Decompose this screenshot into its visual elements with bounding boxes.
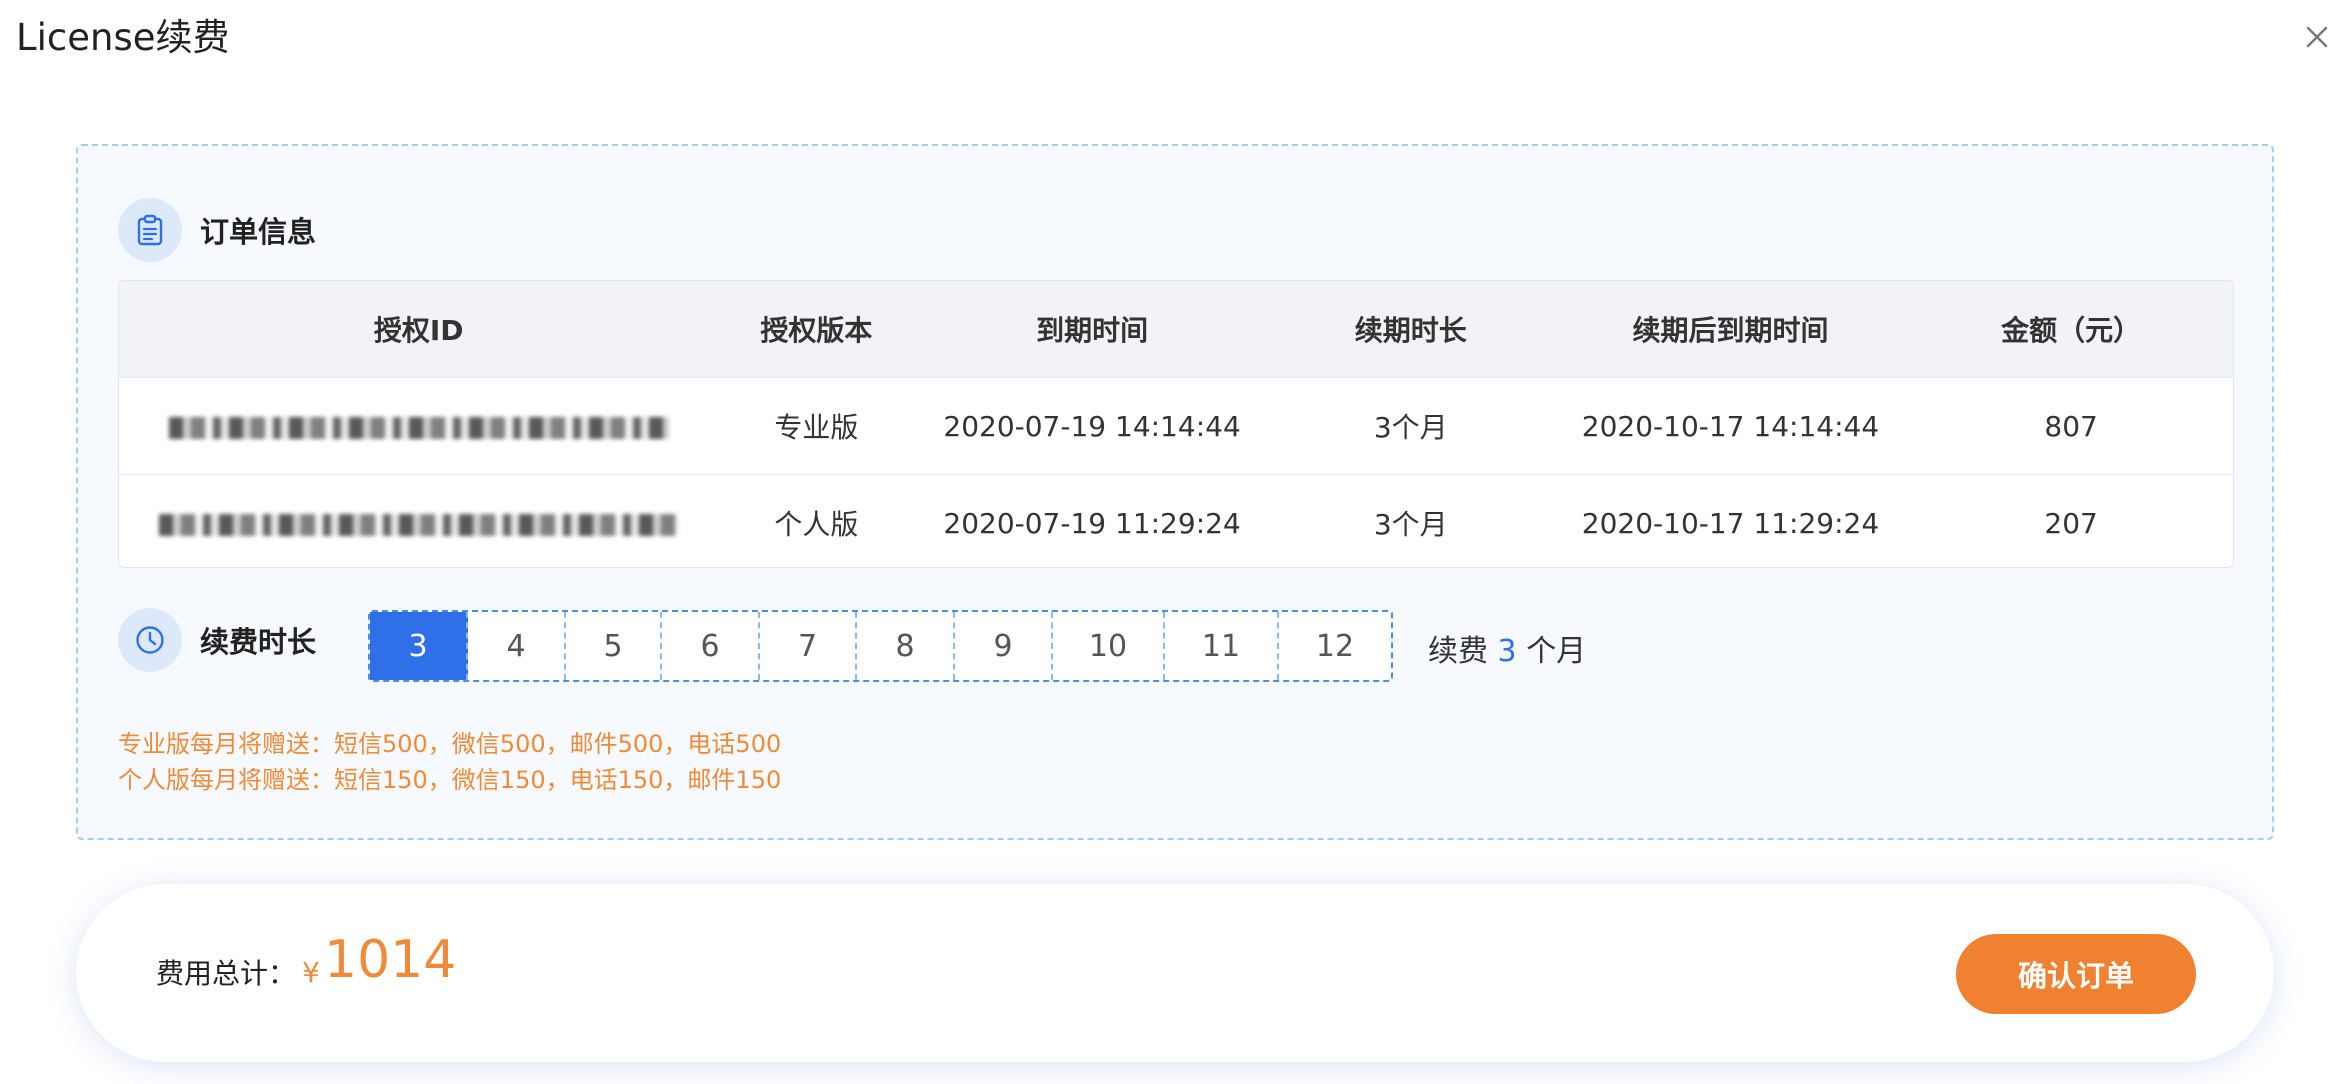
duration-option-8[interactable]: 8 xyxy=(857,612,955,680)
renewal-summary-prefix: 续费 xyxy=(1428,634,1488,669)
row-amount: 807 xyxy=(2044,409,2098,443)
duration-option-10[interactable]: 10 xyxy=(1053,612,1165,680)
duration-option-3[interactable]: 3 xyxy=(370,612,468,680)
col-new-expire: 续期后到期时间 xyxy=(1632,314,1829,347)
col-edition: 授权版本 xyxy=(760,314,873,347)
promo-line-pro: 专业版每月将赠送：短信500，微信500，邮件500，电话500 xyxy=(118,730,782,758)
row-edition: 专业版 xyxy=(774,411,859,444)
duration-option-12[interactable]: 12 xyxy=(1279,612,1391,680)
row-new-expire: 2020-10-17 11:29:24 xyxy=(1581,506,1880,540)
promo-notes: 专业版每月将赠送：短信500，微信500，邮件500，电话500 个人版每月将赠… xyxy=(118,726,781,798)
duration-option-7[interactable]: 7 xyxy=(760,612,857,680)
row-duration: 3个月 xyxy=(1373,508,1448,541)
promo-line-personal: 个人版每月将赠送：短信150，微信150，电话150，邮件150 xyxy=(118,766,782,794)
col-expire: 到期时间 xyxy=(1036,314,1149,347)
duration-selector: 3 4 5 6 7 8 9 10 11 12 xyxy=(368,610,1393,682)
col-license-id: 授权ID xyxy=(373,314,464,347)
row-edition: 个人版 xyxy=(774,508,859,541)
renewal-summary-value: 3 xyxy=(1497,634,1517,669)
total-amount: 1014 xyxy=(324,930,457,990)
order-footer: 费用总计： ¥ 1014 确认订单 xyxy=(76,884,2274,1062)
table-row: 专业版 2020-07-19 14:14:44 3个月 2020-10-17 1… xyxy=(119,378,2233,475)
license-id-redacted xyxy=(119,507,718,540)
renewal-duration-title: 续费时长 xyxy=(200,625,317,659)
order-info-header: 订单信息 xyxy=(118,198,316,262)
dialog-title: License续费 xyxy=(16,16,230,59)
clipboard-icon xyxy=(118,198,182,262)
confirm-order-button[interactable]: 确认订单 xyxy=(1956,934,2196,1014)
duration-option-9[interactable]: 9 xyxy=(955,612,1053,680)
duration-option-11[interactable]: 11 xyxy=(1165,612,1279,680)
duration-option-5[interactable]: 5 xyxy=(566,612,662,680)
clock-icon xyxy=(118,608,182,672)
duration-option-6[interactable]: 6 xyxy=(662,612,760,680)
duration-option-4[interactable]: 4 xyxy=(468,612,566,680)
order-table: 授权ID 授权版本 到期时间 续期时长 续期后到期时间 金额（元） 专业版 20… xyxy=(118,280,2234,568)
row-expire: 2020-07-19 14:14:44 xyxy=(943,409,1241,443)
order-panel: 订单信息 授权ID 授权版本 到期时间 续期时长 续期后到期时间 金额（元） 专… xyxy=(76,144,2274,840)
renewal-summary-suffix: 个月 xyxy=(1526,634,1587,669)
row-amount: 207 xyxy=(2044,506,2098,540)
order-info-title: 订单信息 xyxy=(200,215,317,249)
row-new-expire: 2020-10-17 14:14:44 xyxy=(1581,409,1880,443)
total-label: 费用总计： xyxy=(156,957,297,990)
row-expire: 2020-07-19 11:29:24 xyxy=(943,506,1241,540)
col-amount: 金额（元） xyxy=(2001,314,2142,347)
renewal-summary: 续费 3 个月 xyxy=(1428,626,1586,670)
row-duration: 3个月 xyxy=(1373,411,1448,444)
license-id-redacted xyxy=(119,410,718,443)
table-header-row: 授权ID 授权版本 到期时间 续期时长 续期后到期时间 金额（元） xyxy=(119,281,2233,378)
col-duration: 续期时长 xyxy=(1354,314,1467,347)
currency-symbol: ¥ xyxy=(302,956,320,989)
renewal-duration-header: 续费时长 xyxy=(118,608,316,672)
table-row: 个人版 2020-07-19 11:29:24 3个月 2020-10-17 1… xyxy=(119,475,2233,567)
close-icon[interactable] xyxy=(2302,22,2332,52)
